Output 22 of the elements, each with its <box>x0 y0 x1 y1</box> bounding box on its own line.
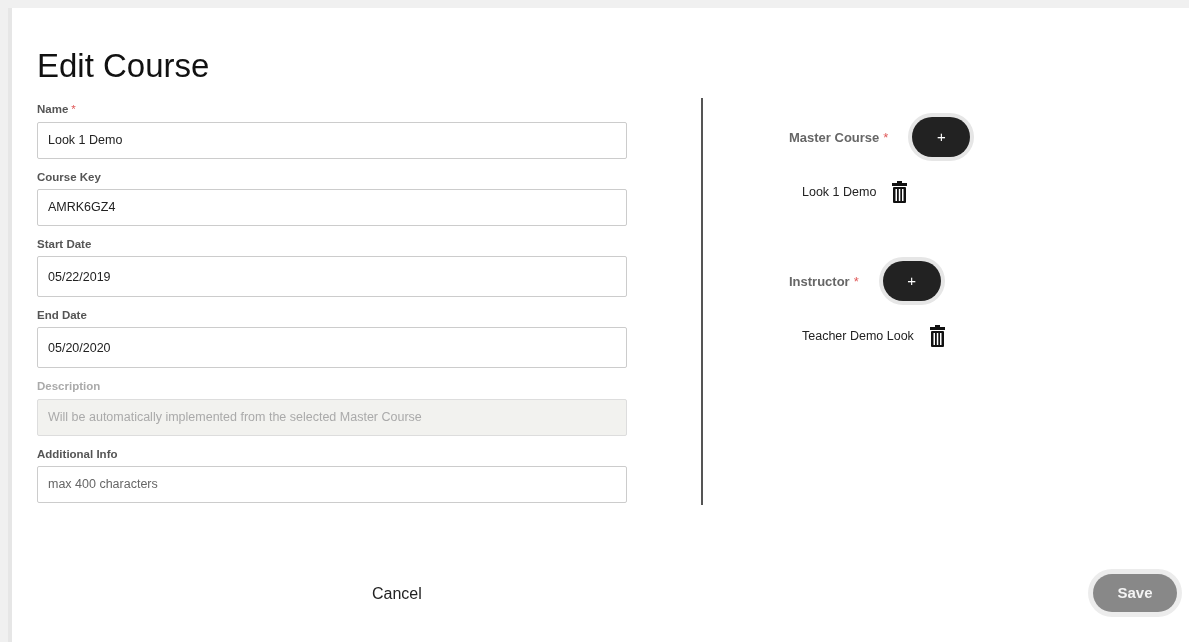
trash-icon[interactable] <box>929 325 945 348</box>
section-label: Instructor <box>789 272 850 291</box>
assigned-item: Look 1 Demo <box>802 183 877 201</box>
page-title: Edit Course <box>37 48 211 85</box>
required-marker: * <box>883 128 889 147</box>
input-field[interactable]: AMRK6GZ4 <box>37 188 627 226</box>
input-field[interactable]: 05/20/2020 <box>37 327 627 369</box>
input-field[interactable]: Look 1 Demo <box>37 121 627 159</box>
field-label: End Date <box>37 308 87 324</box>
required-marker: * <box>71 102 76 118</box>
field-label: Name <box>37 102 69 118</box>
input-field[interactable]: 05/22/2019 <box>37 256 627 298</box>
field-label: Start Date <box>37 236 92 252</box>
trash-icon[interactable] <box>892 181 908 204</box>
field-label: Additional Info <box>37 446 118 462</box>
field-label-disabled: Description <box>37 379 101 395</box>
cancel-button[interactable]: Cancel <box>362 578 432 610</box>
section-label: Master Course <box>789 128 880 147</box>
assigned-item: Teacher Demo Look <box>802 327 914 345</box>
required-marker: * <box>853 272 859 291</box>
field-label: Course Key <box>37 169 101 185</box>
input-field[interactable]: max 400 characters <box>37 465 627 503</box>
